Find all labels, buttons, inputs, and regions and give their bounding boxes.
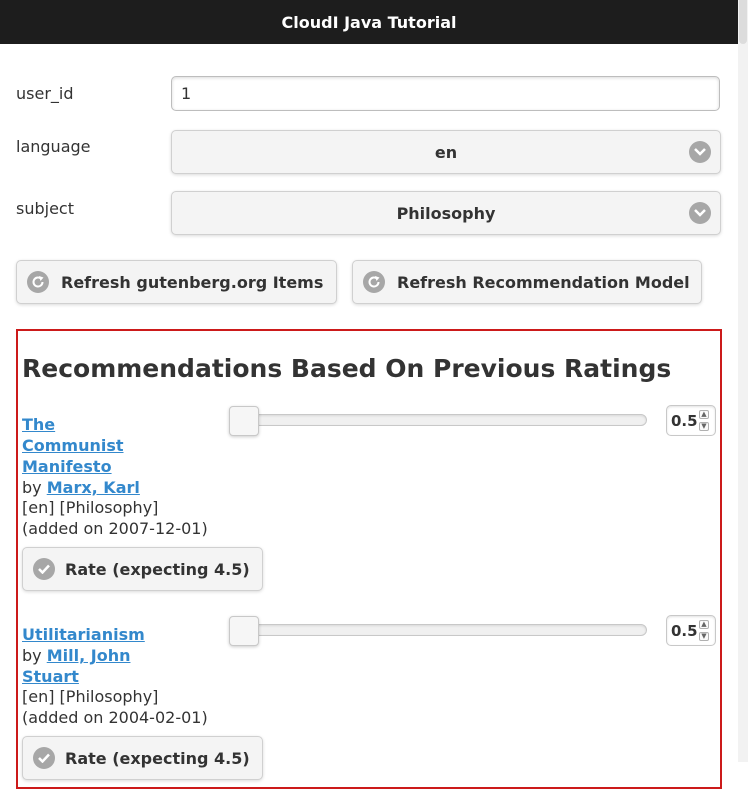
rating-slider-track[interactable]: [236, 414, 647, 426]
list-item: The Communist Manifesto by Marx, Karl: [22, 414, 152, 498]
refresh-items-label: Refresh gutenberg.org Items: [61, 272, 324, 292]
book-added-date: (added on 2004-02-01): [22, 708, 208, 727]
subject-selected-value: Philosophy: [396, 203, 496, 223]
recommendations-title: Recommendations Based On Previous Rating…: [22, 354, 672, 383]
app-header: CloudI Java Tutorial: [0, 0, 738, 44]
rate-button[interactable]: Rate (expecting 4.5): [22, 736, 263, 780]
rating-number-input[interactable]: 0.5 ▲ ▼: [666, 615, 716, 646]
rating-value: 0.5: [671, 622, 698, 640]
check-icon: [33, 747, 55, 769]
rating-value: 0.5: [671, 412, 698, 430]
rating-slider-handle[interactable]: [229, 406, 259, 436]
chevron-down-icon: [689, 202, 711, 224]
rate-button[interactable]: Rate (expecting 4.5): [22, 547, 263, 591]
book-tags: [en] [Philosophy]: [22, 687, 159, 706]
refresh-icon: [363, 271, 385, 293]
subject-select[interactable]: Philosophy: [171, 191, 721, 235]
by-label: by: [22, 478, 42, 497]
refresh-model-label: Refresh Recommendation Model: [397, 272, 690, 292]
book-meta: [en] [Philosophy] (added on 2004-02-01): [22, 686, 222, 728]
page-title: CloudI Java Tutorial: [281, 12, 457, 32]
chevron-down-icon: [689, 141, 711, 163]
scrollbar-thumb[interactable]: [739, 0, 747, 44]
language-select[interactable]: en: [171, 130, 721, 174]
refresh-icon: [27, 271, 49, 293]
rate-button-label: Rate (expecting 4.5): [65, 748, 250, 768]
spin-down-icon[interactable]: ▼: [699, 422, 709, 431]
list-item: Utilitarianism by Mill, John Stuart: [22, 624, 152, 687]
author-link[interactable]: Marx, Karl: [47, 478, 140, 497]
by-label: by: [22, 646, 42, 665]
rating-slider-handle[interactable]: [229, 616, 259, 646]
language-label: language: [16, 137, 91, 156]
user-id-input[interactable]: [171, 76, 720, 111]
user-id-label: user_id: [16, 84, 74, 103]
refresh-model-button[interactable]: Refresh Recommendation Model: [352, 260, 702, 304]
language-selected-value: en: [434, 142, 458, 162]
subject-label: subject: [16, 199, 74, 218]
spin-up-icon[interactable]: ▲: [699, 620, 709, 629]
book-added-date: (added on 2007-12-01): [22, 519, 208, 538]
book-meta: [en] [Philosophy] (added on 2007-12-01): [22, 497, 222, 539]
book-tags: [en] [Philosophy]: [22, 498, 159, 517]
check-icon: [33, 558, 55, 580]
refresh-items-button[interactable]: Refresh gutenberg.org Items: [16, 260, 337, 304]
rate-button-label: Rate (expecting 4.5): [65, 559, 250, 579]
spin-down-icon[interactable]: ▼: [699, 632, 709, 641]
spin-up-icon[interactable]: ▲: [699, 410, 709, 419]
scrollbar[interactable]: [738, 0, 748, 762]
book-title-link[interactable]: Utilitarianism: [22, 625, 145, 644]
book-title-link[interactable]: The Communist Manifesto: [22, 415, 124, 476]
rating-number-input[interactable]: 0.5 ▲ ▼: [666, 405, 716, 436]
rating-slider-track[interactable]: [236, 624, 647, 636]
